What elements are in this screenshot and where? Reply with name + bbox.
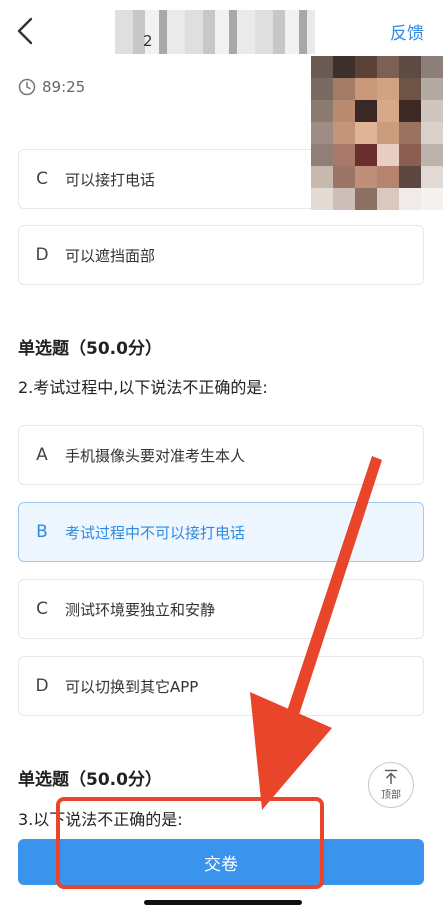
timer-value: 89:25 bbox=[42, 78, 86, 96]
option-text: 可以切换到其它APP bbox=[65, 677, 199, 696]
option-letter: D bbox=[35, 676, 49, 696]
q3-question-text: 3.以下说法不正确的是: bbox=[18, 810, 183, 829]
option-text: 可以接打电话 bbox=[65, 170, 156, 189]
timer: 89:25 bbox=[18, 76, 85, 98]
q2-option-c[interactable]: C 测试环境要独立和安静 bbox=[18, 579, 424, 639]
back-to-top-label: 顶部 bbox=[381, 790, 401, 801]
chevron-left-icon bbox=[17, 17, 33, 45]
home-indicator bbox=[144, 900, 302, 905]
q2-question-text: 2.考试过程中,以下说法不正确的是: bbox=[18, 378, 268, 397]
feedback-link[interactable]: 反馈 bbox=[390, 19, 424, 44]
camera-preview bbox=[311, 56, 443, 210]
q3-type-label: 单选题（50.0分） bbox=[18, 770, 162, 790]
submit-label: 交卷 bbox=[204, 854, 238, 875]
option-text: 手机摄像头要对准考生本人 bbox=[65, 446, 246, 465]
option-text: 测试环境要独立和安静 bbox=[65, 600, 216, 619]
option-text: 考试过程中不可以接打电话 bbox=[65, 523, 246, 542]
q2-option-b[interactable]: B 考试过程中不可以接打电话 bbox=[18, 502, 424, 562]
clock-icon bbox=[18, 78, 36, 96]
camera-feed-image bbox=[311, 56, 443, 210]
q2-option-a[interactable]: A 手机摄像头要对准考生本人 bbox=[18, 425, 424, 485]
option-letter: C bbox=[36, 169, 48, 189]
option-text: 可以遮挡面部 bbox=[65, 246, 156, 265]
option-letter: D bbox=[35, 245, 49, 265]
option-letter: C bbox=[36, 599, 48, 619]
option-letter: A bbox=[36, 445, 48, 465]
back-to-top-button[interactable]: 顶部 bbox=[368, 762, 414, 808]
q2-type-label: 单选题（50.0分） bbox=[18, 339, 162, 359]
submit-exam-button[interactable]: 交卷 bbox=[18, 839, 424, 885]
top-bar: 2 反馈 bbox=[0, 0, 446, 62]
q2-option-d[interactable]: D 可以切换到其它APP bbox=[18, 656, 424, 716]
back-button[interactable] bbox=[14, 16, 36, 46]
page-title: 2 bbox=[115, 10, 315, 54]
q1-option-d[interactable]: D 可以遮挡面部 bbox=[18, 225, 424, 285]
page-title-fragment: 2 bbox=[143, 32, 153, 50]
option-letter: B bbox=[36, 522, 48, 542]
arrow-up-icon bbox=[385, 769, 397, 784]
